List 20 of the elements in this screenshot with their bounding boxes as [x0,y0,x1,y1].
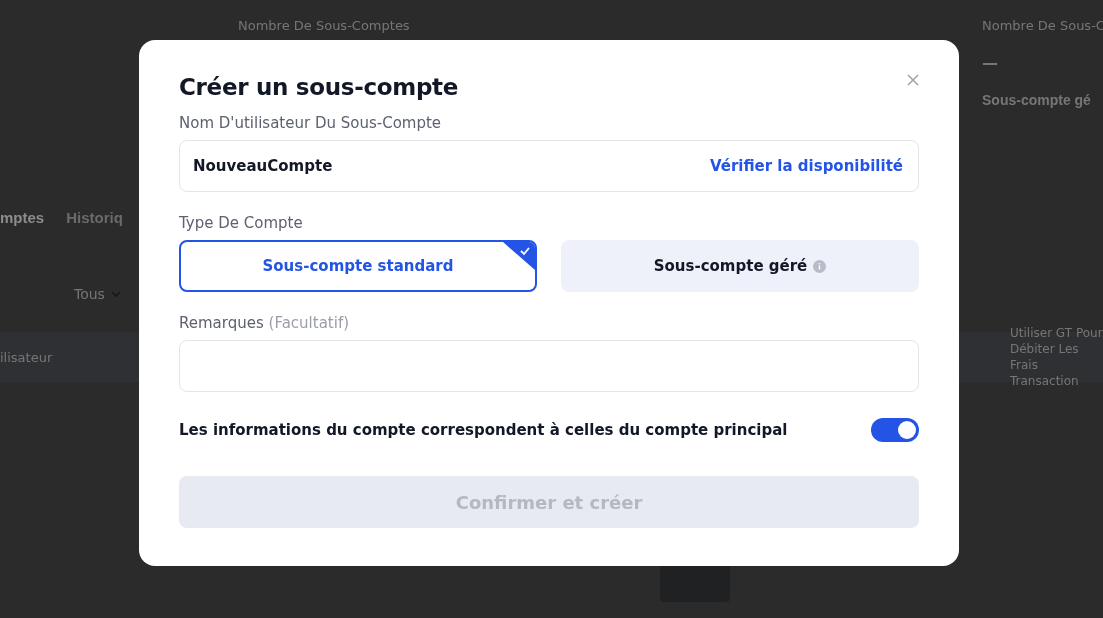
toggle-switch[interactable] [871,418,919,442]
dialog-title: Créer un sous-compte [179,74,459,100]
stat-type: Sous-compte gé [982,92,1091,108]
username-field[interactable]: NouveauCompte Vérifier la disponibilité [179,140,919,192]
filter-dropdown[interactable]: Tous [74,286,105,302]
stat-label: Nombre De Sous-Comptes [238,18,410,33]
remarks-field[interactable] [179,340,919,392]
column-header: ilisateur [0,349,53,365]
toggle-label: Les informations du compte correspondent à celles du compte principal [179,421,788,439]
field-label: Remarques (Facultatif) [179,314,351,332]
account-type-option[interactable]: Sous-compte standard [179,240,537,292]
page-tab[interactable]: mptes [0,209,45,226]
check-availability-link[interactable]: Vérifier la disponibilité [709,157,903,175]
column-header: Utiliser GT Pour Débiter Les Frais Transaction [1010,325,1103,389]
field-label: Type De Compte [179,214,304,232]
close-icon[interactable] [907,74,919,86]
account-type-option[interactable]: Sous-compte géré [561,240,919,292]
field-label: Nom D'utilisateur Du Sous-Compte [179,114,443,132]
check-icon [503,242,535,270]
stat-value: — [982,53,998,72]
